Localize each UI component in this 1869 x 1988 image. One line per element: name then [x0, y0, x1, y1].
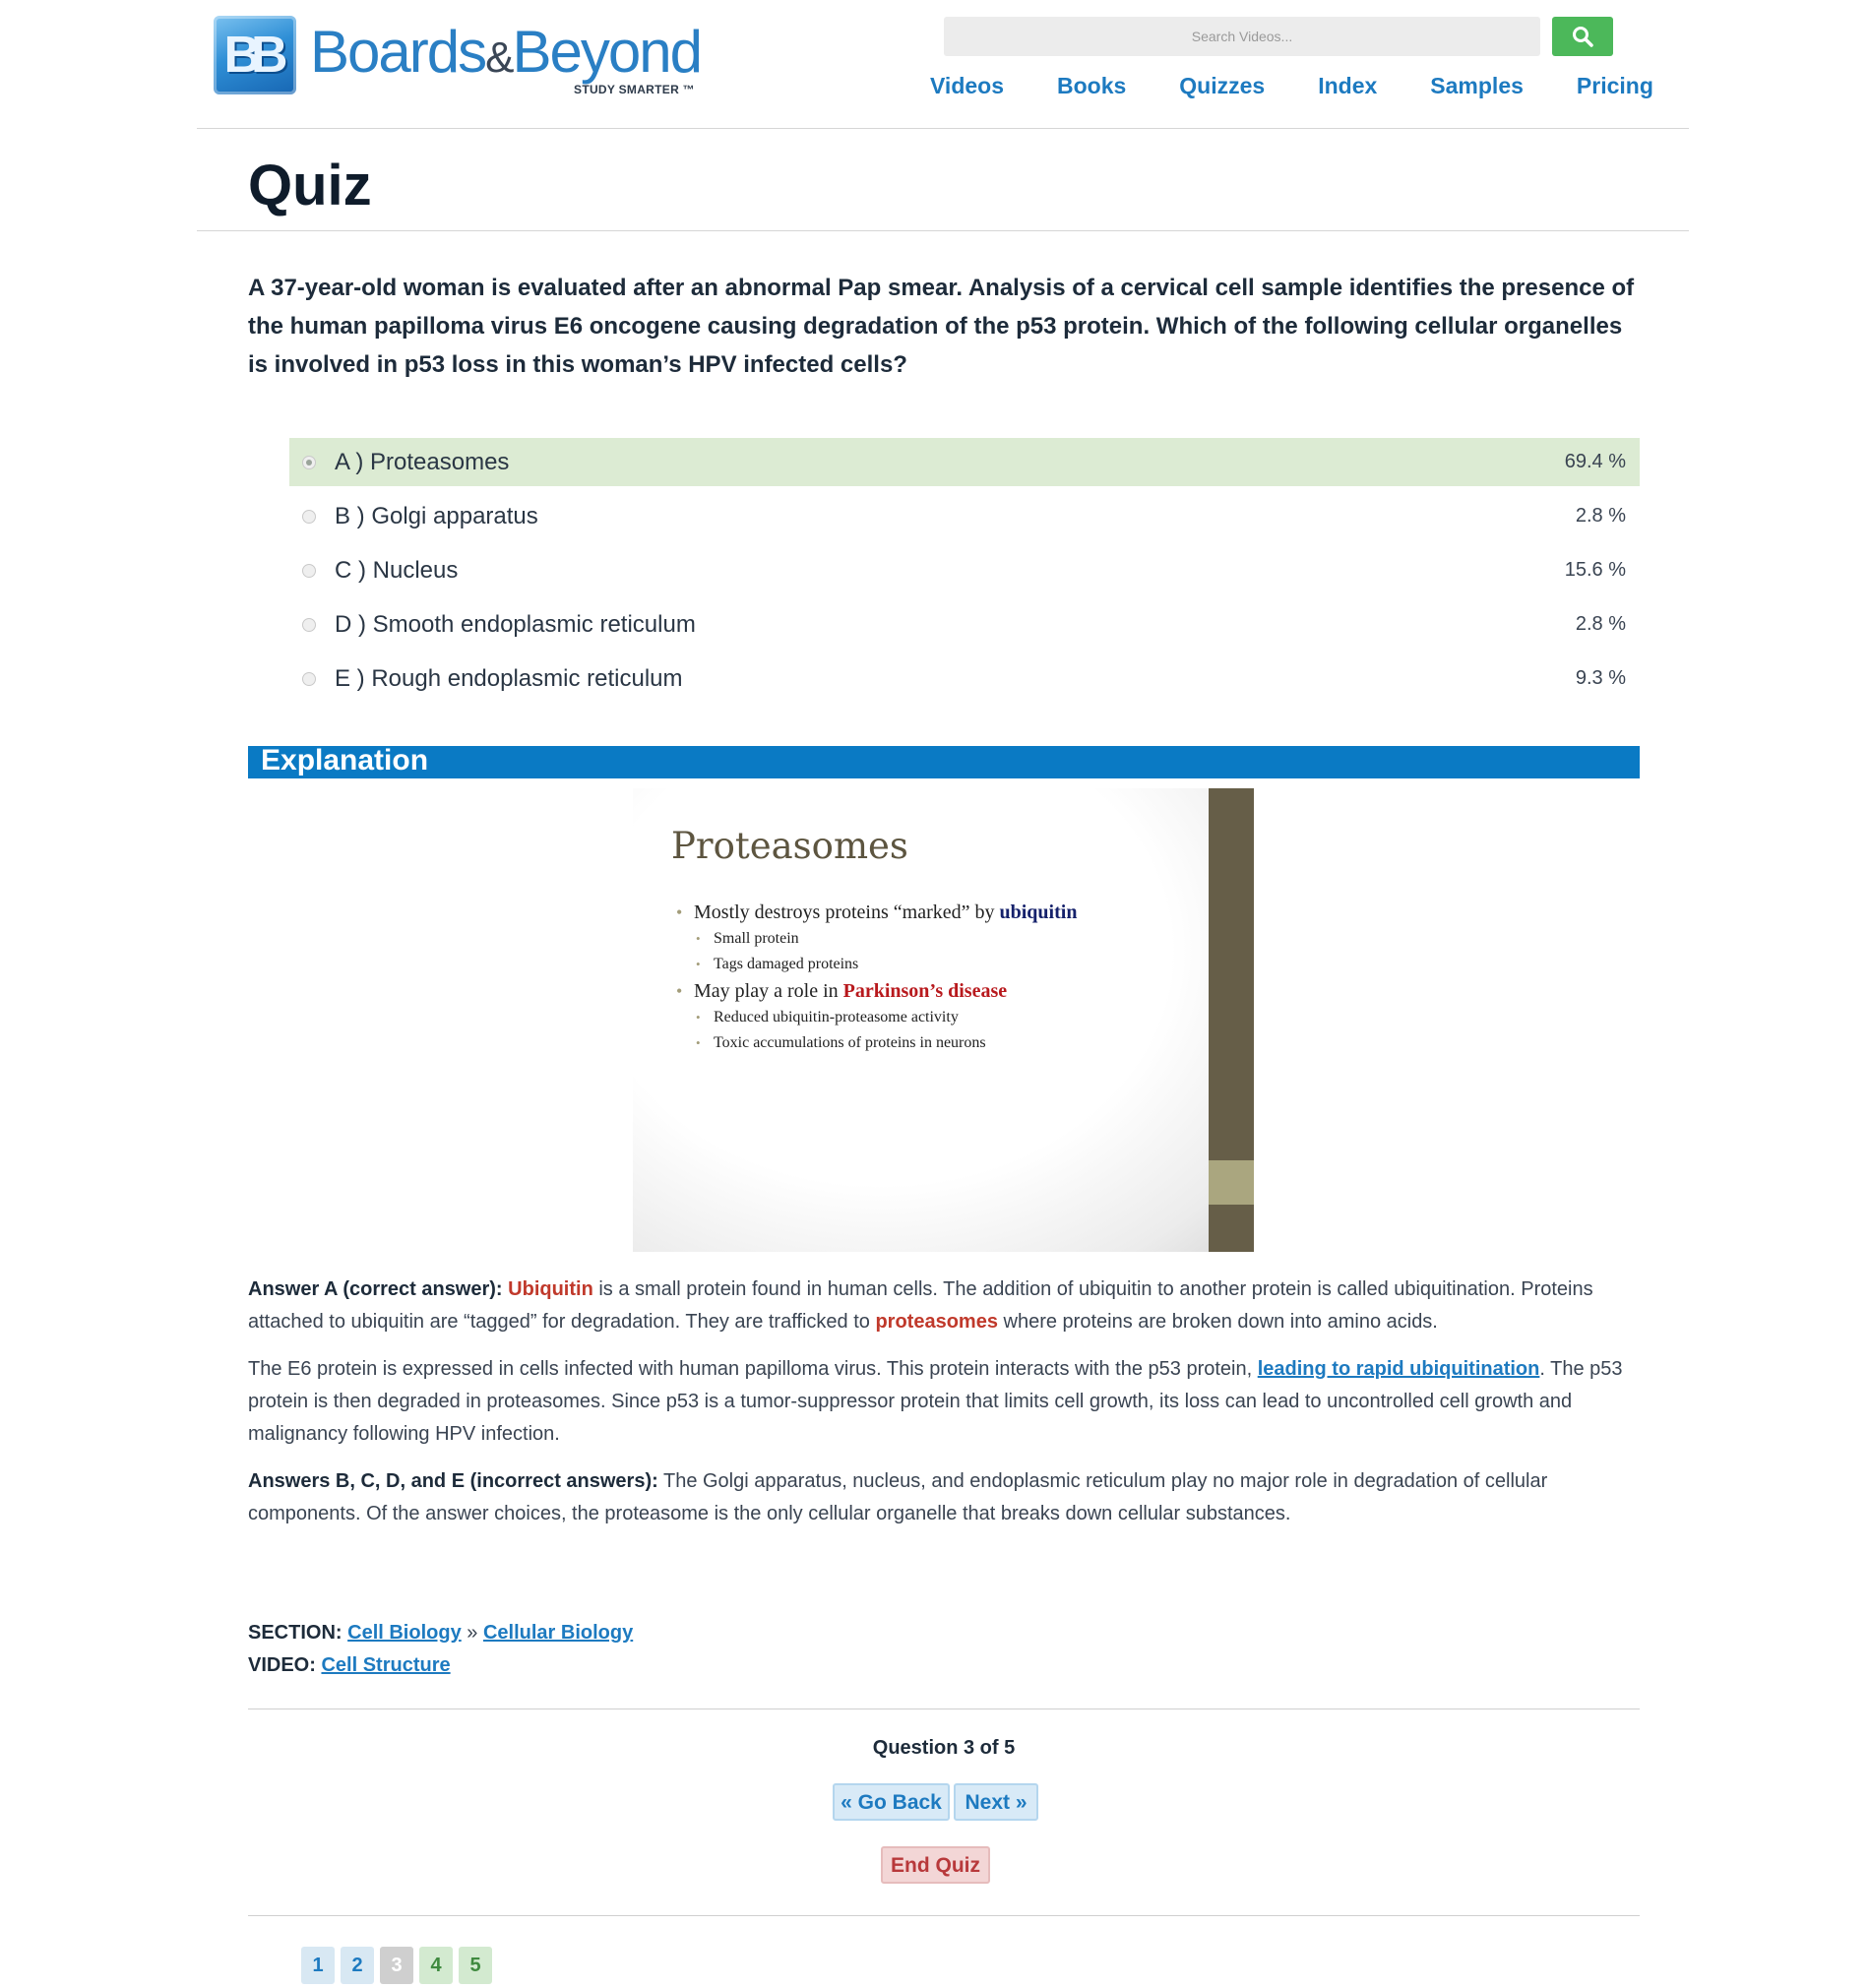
- answer-option-b[interactable]: B ) Golgi apparatus 2.8 %: [289, 492, 1640, 540]
- answer-a-label: Answer A (correct answer):: [248, 1278, 503, 1300]
- section-line: SECTION: Cell Biology » Cellular Biology: [248, 1617, 633, 1649]
- logo-mark: BB: [214, 16, 296, 94]
- page-button-5[interactable]: 5: [459, 1947, 492, 1984]
- explanation-header: Explanation: [248, 744, 1640, 778]
- radio-button[interactable]: [302, 563, 316, 578]
- question-counter: Question 3 of 5: [872, 1737, 1016, 1759]
- slide-sub-bullet: Toxic accumulations of proteins in neuro…: [676, 1030, 1077, 1056]
- slide-title: Proteasomes: [671, 825, 908, 867]
- page-title: Quiz: [248, 154, 372, 217]
- slide-bullet: May play a role in Parkinson’s disease: [676, 977, 1077, 1005]
- answer-percent: 2.8 %: [1575, 613, 1626, 635]
- site-header: BB Boards&Beyond STUDY SMARTER ™ Search …: [197, 0, 1689, 129]
- title-bar: Quiz: [197, 129, 1689, 231]
- search-input[interactable]: Search Videos...: [944, 17, 1540, 56]
- slide-sub-bullet: Small protein: [676, 926, 1077, 952]
- video-link-cell-structure[interactable]: Cell Structure: [321, 1654, 450, 1676]
- answer-label: C ) Nucleus: [335, 556, 459, 584]
- ubiquitination-link[interactable]: leading to rapid ubiquitination: [1258, 1358, 1540, 1380]
- paragraph-text: The E6 protein is expressed in cells inf…: [248, 1358, 1258, 1380]
- answer-option-e[interactable]: E ) Rough endoplasmic reticulum 9.3 %: [289, 654, 1640, 703]
- search-button[interactable]: [1552, 17, 1613, 56]
- logo-tagline: STUDY SMARTER ™: [574, 83, 695, 96]
- question-text: A 37-year-old woman is evaluated after a…: [248, 275, 1635, 378]
- explanation-title: Explanation: [261, 744, 429, 777]
- page-button-4[interactable]: 4: [419, 1947, 453, 1984]
- radio-button[interactable]: [302, 671, 316, 686]
- divider: [248, 1915, 1640, 1916]
- nav-pricing[interactable]: Pricing: [1577, 73, 1653, 99]
- explanation-paragraph-1: Answer A (correct answer): Ubiquitin is …: [248, 1274, 1646, 1338]
- answer-percent: 9.3 %: [1575, 667, 1626, 689]
- site-logo[interactable]: BB Boards&Beyond STUDY SMARTER ™: [214, 16, 703, 97]
- go-back-button[interactable]: « Go Back: [833, 1783, 950, 1821]
- answer-label: D ) Smooth endoplasmic reticulum: [335, 610, 696, 638]
- breadcrumb-separator: »: [467, 1622, 478, 1644]
- logo-wordmark: Boards&Beyond: [310, 19, 703, 91]
- slide-bullet-text: Mostly destroys proteins “marked” by: [694, 901, 1000, 923]
- explanation-paragraph-3: Answers B, C, D, and E (incorrect answer…: [248, 1465, 1646, 1530]
- section-label: SECTION:: [248, 1622, 343, 1644]
- slide-bullet: Mostly destroys proteins “marked” by ubi…: [676, 899, 1077, 926]
- slide-bullet-text: May play a role in: [694, 980, 843, 1002]
- quiz-meta: SECTION: Cell Biology » Cellular Biology…: [248, 1617, 633, 1682]
- slide-band-accent: [1209, 1160, 1254, 1205]
- end-quiz-button[interactable]: End Quiz: [881, 1846, 990, 1884]
- section-link-cellular-biology[interactable]: Cellular Biology: [483, 1622, 633, 1644]
- answer-label: B ) Golgi apparatus: [335, 502, 538, 529]
- slide-bullets: Mostly destroys proteins “marked” by ubi…: [676, 899, 1077, 1056]
- nav-videos[interactable]: Videos: [930, 73, 1004, 99]
- slide-bullet-highlight: ubiquitin: [999, 901, 1078, 923]
- question-pager: 1 2 3 4 5: [301, 1947, 498, 1984]
- answer-percent: 15.6 %: [1564, 559, 1626, 581]
- main-nav: Videos Books Quizzes Index Samples Prici…: [930, 73, 1653, 99]
- video-label: VIDEO:: [248, 1654, 316, 1676]
- nav-index[interactable]: Index: [1318, 73, 1377, 99]
- video-line: VIDEO: Cell Structure: [248, 1649, 633, 1682]
- answer-option-d[interactable]: D ) Smooth endoplasmic reticulum 2.8 %: [289, 600, 1640, 649]
- slide-sub-bullet: Tags damaged proteins: [676, 952, 1077, 977]
- slide-sub-bullet: Reduced ubiquitin-proteasome activity: [676, 1005, 1077, 1030]
- explanation-slide-image: Proteasomes Mostly destroys proteins “ma…: [633, 788, 1254, 1252]
- slide-bullet-highlight: Parkinson’s disease: [842, 980, 1008, 1002]
- paragraph-text: where proteins are broken down into amin…: [997, 1311, 1438, 1333]
- radio-button[interactable]: [302, 455, 316, 469]
- incorrect-answers-label: Answers B, C, D, and E (incorrect answer…: [248, 1470, 658, 1492]
- nav-samples[interactable]: Samples: [1430, 73, 1524, 99]
- radio-button[interactable]: [302, 509, 316, 524]
- answer-percent: 2.8 %: [1575, 505, 1626, 527]
- nav-quizzes[interactable]: Quizzes: [1179, 73, 1265, 99]
- logo-word-left: Boards: [310, 19, 487, 85]
- highlight-proteasomes: proteasomes: [875, 1311, 998, 1333]
- page-button-3[interactable]: 3: [380, 1947, 413, 1984]
- page-button-2[interactable]: 2: [341, 1947, 374, 1984]
- search-icon: [1573, 27, 1593, 47]
- answer-label: A ) Proteasomes: [335, 448, 510, 475]
- nav-books[interactable]: Books: [1057, 73, 1126, 99]
- logo-text: Boards&Beyond STUDY SMARTER ™: [310, 19, 703, 97]
- logo-amp: &: [485, 33, 514, 82]
- answer-option-a[interactable]: A ) Proteasomes 69.4 %: [289, 438, 1640, 486]
- logo-word-right: Beyond: [512, 19, 702, 85]
- next-button[interactable]: Next »: [954, 1783, 1038, 1821]
- highlight-ubiquitin: Ubiquitin: [508, 1278, 593, 1300]
- page-button-1[interactable]: 1: [301, 1947, 335, 1984]
- answer-label: E ) Rough endoplasmic reticulum: [335, 664, 683, 692]
- answer-option-c[interactable]: C ) Nucleus 15.6 %: [289, 546, 1640, 594]
- divider: [248, 1708, 1640, 1709]
- answer-percent: 69.4 %: [1564, 451, 1626, 472]
- section-link-cell-biology[interactable]: Cell Biology: [347, 1622, 462, 1644]
- radio-button[interactable]: [302, 617, 316, 632]
- explanation-paragraph-2: The E6 protein is expressed in cells inf…: [248, 1353, 1646, 1451]
- answer-list: A ) Proteasomes 69.4 % B ) Golgi apparat…: [289, 438, 1640, 709]
